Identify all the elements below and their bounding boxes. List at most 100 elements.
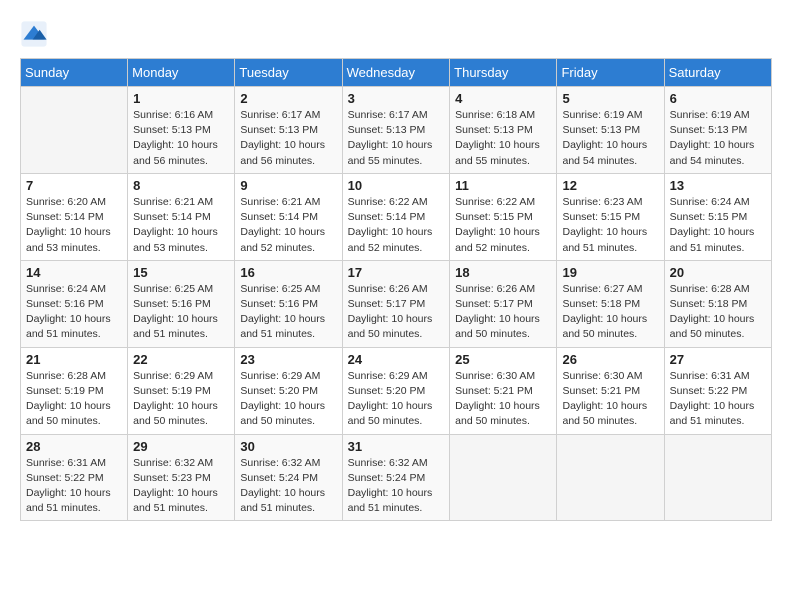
page-header: [20, 20, 772, 48]
calendar-cell: 14Sunrise: 6:24 AM Sunset: 5:16 PM Dayli…: [21, 260, 128, 347]
calendar-cell: 1Sunrise: 6:16 AM Sunset: 5:13 PM Daylig…: [128, 87, 235, 174]
calendar-cell: 23 Sunrise: 6:29 AM Sunset: 5:20 PM Dayli…: [235, 347, 342, 434]
day-header-thursday: Thursday: [450, 59, 557, 87]
calendar-cell: 29 Sunrise: 6:32 AM Sunset: 5:23 PM Dayli…: [128, 434, 235, 521]
day-number: 11: [455, 178, 551, 193]
day-info: Sunrise: 6:25 AM Sunset: 5:16 PM Dayligh…: [133, 282, 229, 343]
logo-icon: [20, 20, 48, 48]
day-info: Sunrise: 6:32 AM Sunset: 5:24 PM Dayligh…: [240, 456, 336, 517]
day-number: 15: [133, 265, 229, 280]
day-info: Sunrise: 6:21 AM Sunset: 5:14 PM Dayligh…: [133, 195, 229, 256]
day-info: Sunrise: 6:30 AM Sunset: 5:21 PM Dayligh…: [562, 369, 658, 430]
calendar-cell: 6 Sunrise: 6:19 AM Sunset: 5:13 PM Daylig…: [664, 87, 771, 174]
day-number: 2: [240, 91, 336, 106]
day-header-sunday: Sunday: [21, 59, 128, 87]
day-info: Sunrise: 6:22 AM Sunset: 5:15 PM Dayligh…: [455, 195, 551, 256]
day-number: 14: [26, 265, 122, 280]
day-info: Sunrise: 6:20 AM Sunset: 5:14 PM Dayligh…: [26, 195, 122, 256]
day-number: 12: [562, 178, 658, 193]
day-info: Sunrise: 6:29 AM Sunset: 5:20 PM Dayligh…: [240, 369, 336, 430]
day-number: 8: [133, 178, 229, 193]
day-info: Sunrise: 6:26 AM Sunset: 5:17 PM Dayligh…: [348, 282, 445, 343]
day-info: Sunrise: 6:22 AM Sunset: 5:14 PM Dayligh…: [348, 195, 445, 256]
day-number: 23: [240, 352, 336, 367]
day-info: Sunrise: 6:30 AM Sunset: 5:21 PM Dayligh…: [455, 369, 551, 430]
day-info: Sunrise: 6:19 AM Sunset: 5:13 PM Dayligh…: [670, 108, 766, 169]
calendar-cell: 9 Sunrise: 6:21 AM Sunset: 5:14 PM Daylig…: [235, 173, 342, 260]
logo: [20, 20, 52, 48]
calendar-cell: 24 Sunrise: 6:29 AM Sunset: 5:20 PM Dayli…: [342, 347, 450, 434]
calendar-cell: 18Sunrise: 6:26 AM Sunset: 5:17 PM Dayli…: [450, 260, 557, 347]
calendar-header-row: SundayMondayTuesdayWednesdayThursdayFrid…: [21, 59, 772, 87]
day-number: 20: [670, 265, 766, 280]
day-number: 6: [670, 91, 766, 106]
calendar-cell: 26 Sunrise: 6:30 AM Sunset: 5:21 PM Dayli…: [557, 347, 664, 434]
day-number: 10: [348, 178, 445, 193]
calendar-cell: [450, 434, 557, 521]
calendar-cell: 27Sunrise: 6:31 AM Sunset: 5:22 PM Dayli…: [664, 347, 771, 434]
calendar-week-row: 28 Sunrise: 6:31 AM Sunset: 5:22 PM Dayli…: [21, 434, 772, 521]
day-number: 21: [26, 352, 122, 367]
calendar-week-row: 21 Sunrise: 6:28 AM Sunset: 5:19 PM Dayli…: [21, 347, 772, 434]
day-info: Sunrise: 6:17 AM Sunset: 5:13 PM Dayligh…: [240, 108, 336, 169]
day-header-saturday: Saturday: [664, 59, 771, 87]
day-number: 25: [455, 352, 551, 367]
calendar-cell: [557, 434, 664, 521]
day-info: Sunrise: 6:26 AM Sunset: 5:17 PM Dayligh…: [455, 282, 551, 343]
calendar-cell: 17 Sunrise: 6:26 AM Sunset: 5:17 PM Dayli…: [342, 260, 450, 347]
day-header-tuesday: Tuesday: [235, 59, 342, 87]
day-info: Sunrise: 6:25 AM Sunset: 5:16 PM Dayligh…: [240, 282, 336, 343]
calendar-cell: 21 Sunrise: 6:28 AM Sunset: 5:19 PM Dayli…: [21, 347, 128, 434]
day-number: 24: [348, 352, 445, 367]
day-info: Sunrise: 6:23 AM Sunset: 5:15 PM Dayligh…: [562, 195, 658, 256]
day-info: Sunrise: 6:24 AM Sunset: 5:15 PM Dayligh…: [670, 195, 766, 256]
calendar-cell: 28 Sunrise: 6:31 AM Sunset: 5:22 PM Dayli…: [21, 434, 128, 521]
calendar-cell: [664, 434, 771, 521]
day-number: 4: [455, 91, 551, 106]
calendar-cell: 5Sunrise: 6:19 AM Sunset: 5:13 PM Daylig…: [557, 87, 664, 174]
calendar-cell: 20 Sunrise: 6:28 AM Sunset: 5:18 PM Dayli…: [664, 260, 771, 347]
calendar-cell: 13 Sunrise: 6:24 AM Sunset: 5:15 PM Dayli…: [664, 173, 771, 260]
day-info: Sunrise: 6:31 AM Sunset: 5:22 PM Dayligh…: [26, 456, 122, 517]
day-info: Sunrise: 6:32 AM Sunset: 5:23 PM Dayligh…: [133, 456, 229, 517]
day-info: Sunrise: 6:29 AM Sunset: 5:20 PM Dayligh…: [348, 369, 445, 430]
day-info: Sunrise: 6:16 AM Sunset: 5:13 PM Dayligh…: [133, 108, 229, 169]
calendar-cell: 16 Sunrise: 6:25 AM Sunset: 5:16 PM Dayli…: [235, 260, 342, 347]
day-info: Sunrise: 6:17 AM Sunset: 5:13 PM Dayligh…: [348, 108, 445, 169]
day-number: 31: [348, 439, 445, 454]
day-info: Sunrise: 6:28 AM Sunset: 5:19 PM Dayligh…: [26, 369, 122, 430]
day-number: 17: [348, 265, 445, 280]
calendar-cell: 4 Sunrise: 6:18 AM Sunset: 5:13 PM Daylig…: [450, 87, 557, 174]
day-number: 22: [133, 352, 229, 367]
day-number: 19: [562, 265, 658, 280]
calendar-table: SundayMondayTuesdayWednesdayThursdayFrid…: [20, 58, 772, 521]
day-number: 30: [240, 439, 336, 454]
calendar-cell: 10 Sunrise: 6:22 AM Sunset: 5:14 PM Dayli…: [342, 173, 450, 260]
calendar-cell: 2 Sunrise: 6:17 AM Sunset: 5:13 PM Daylig…: [235, 87, 342, 174]
day-number: 26: [562, 352, 658, 367]
day-number: 28: [26, 439, 122, 454]
calendar-cell: [21, 87, 128, 174]
calendar-cell: 7Sunrise: 6:20 AM Sunset: 5:14 PM Daylig…: [21, 173, 128, 260]
day-info: Sunrise: 6:29 AM Sunset: 5:19 PM Dayligh…: [133, 369, 229, 430]
calendar-cell: 31 Sunrise: 6:32 AM Sunset: 5:24 PM Dayli…: [342, 434, 450, 521]
calendar-cell: 19 Sunrise: 6:27 AM Sunset: 5:18 PM Dayli…: [557, 260, 664, 347]
day-header-monday: Monday: [128, 59, 235, 87]
day-number: 16: [240, 265, 336, 280]
calendar-cell: 15 Sunrise: 6:25 AM Sunset: 5:16 PM Dayli…: [128, 260, 235, 347]
day-info: Sunrise: 6:21 AM Sunset: 5:14 PM Dayligh…: [240, 195, 336, 256]
calendar-week-row: 7Sunrise: 6:20 AM Sunset: 5:14 PM Daylig…: [21, 173, 772, 260]
day-number: 27: [670, 352, 766, 367]
day-header-wednesday: Wednesday: [342, 59, 450, 87]
calendar-cell: 22 Sunrise: 6:29 AM Sunset: 5:19 PM Dayli…: [128, 347, 235, 434]
day-number: 9: [240, 178, 336, 193]
day-number: 29: [133, 439, 229, 454]
calendar-cell: 3Sunrise: 6:17 AM Sunset: 5:13 PM Daylig…: [342, 87, 450, 174]
day-info: Sunrise: 6:18 AM Sunset: 5:13 PM Dayligh…: [455, 108, 551, 169]
day-info: Sunrise: 6:27 AM Sunset: 5:18 PM Dayligh…: [562, 282, 658, 343]
day-info: Sunrise: 6:28 AM Sunset: 5:18 PM Dayligh…: [670, 282, 766, 343]
calendar-cell: 11 Sunrise: 6:22 AM Sunset: 5:15 PM Dayli…: [450, 173, 557, 260]
day-number: 13: [670, 178, 766, 193]
day-header-friday: Friday: [557, 59, 664, 87]
day-info: Sunrise: 6:32 AM Sunset: 5:24 PM Dayligh…: [348, 456, 445, 517]
